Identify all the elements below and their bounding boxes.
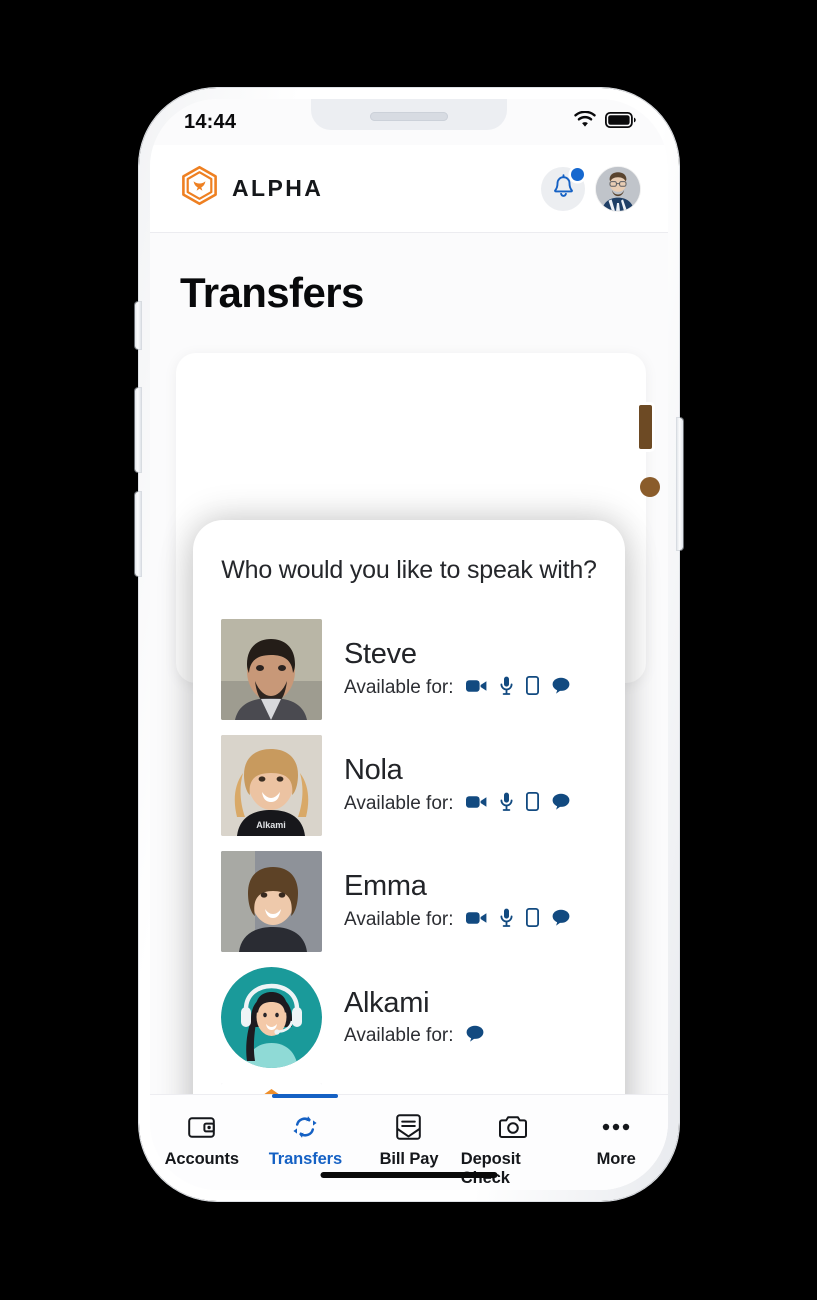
operator-name: Steve [344, 637, 417, 670]
tab-label: Accounts [164, 1150, 239, 1168]
alpha-hexagon-logo-icon [180, 165, 219, 213]
app-header-actions [541, 166, 640, 211]
list-item[interactable]: Alpha Alumni [193, 1075, 625, 1094]
volume-down-button[interactable] [135, 492, 141, 576]
microphone-icon[interactable] [500, 676, 513, 700]
chat-bubble-icon[interactable] [552, 677, 570, 699]
ellipsis-icon [602, 1113, 630, 1141]
available-for-label: Available for: [344, 793, 454, 815]
avatar[interactable] [596, 166, 640, 211]
page-body: Transfers Who would you like to speak wi… [150, 233, 668, 1094]
available-for-label: Available for: [344, 677, 454, 699]
tab-bill-pay[interactable]: Bill Pay [357, 1095, 461, 1169]
page-title: Transfers [180, 269, 364, 316]
phone-device: 14:44 ALPHA Transfers Who would you like… [135, 88, 683, 1201]
notifications-button[interactable] [541, 166, 585, 211]
available-for-label: Available for: [344, 909, 454, 931]
camera-icon [498, 1113, 527, 1141]
operator-info: Emma Available for: [344, 870, 625, 932]
operator-list[interactable]: Steve Available for: Alkami Nola Availab… [193, 611, 625, 1094]
envelope-document-icon [396, 1113, 422, 1141]
active-tab-indicator [272, 1094, 339, 1098]
status-bar: 14:44 [150, 99, 668, 145]
operator-availability: Available for: [344, 676, 625, 700]
power-button[interactable] [677, 418, 683, 550]
list-item[interactable]: Steve Available for: [193, 611, 625, 727]
microphone-icon[interactable] [500, 908, 513, 932]
status-bar-indicators [574, 110, 636, 133]
tab-label: Deposit Check [460, 1150, 521, 1187]
tab-label: Transfers [268, 1150, 343, 1168]
app-header: ALPHA [150, 145, 668, 233]
operator-info: Nola Available for: [344, 754, 625, 816]
tab-transfers[interactable]: Transfers [254, 1094, 358, 1169]
operator-logo [221, 1082, 322, 1094]
background-accent-shape [639, 405, 652, 449]
mobile-phone-icon[interactable] [525, 908, 539, 932]
operator-info: Steve Available for: [344, 638, 625, 700]
chat-bubble-icon[interactable] [552, 909, 570, 931]
battery-icon [604, 111, 636, 133]
operator-selection-modal: Who would you like to speak with? Steve … [193, 520, 625, 1094]
available-for-label: Available for: [344, 1025, 454, 1047]
brand-logo[interactable]: ALPHA [180, 165, 323, 213]
tab-accounts[interactable]: Accounts [150, 1095, 254, 1169]
operator-channels [465, 792, 570, 816]
operator-availability: Available for: [344, 908, 625, 932]
video-camera-icon[interactable] [465, 678, 487, 699]
chat-bubble-icon[interactable] [552, 793, 570, 815]
brand-name: ALPHA [232, 175, 324, 201]
operator-channels [465, 908, 570, 932]
phone-bezel: 14:44 ALPHA Transfers Who would you like… [150, 99, 668, 1190]
operator-channels [466, 1025, 484, 1047]
background-accent-dot [640, 477, 660, 497]
operator-info: Alkami Available for: [344, 987, 625, 1047]
operator-availability: Available for: [344, 792, 625, 816]
operator-name: Emma [344, 869, 427, 902]
operator-channels [465, 676, 570, 700]
tab-label: More [596, 1150, 636, 1168]
microphone-icon[interactable] [500, 792, 513, 816]
tab-more[interactable]: More [564, 1095, 668, 1169]
operator-name: Nola [344, 753, 403, 786]
volume-up-button[interactable] [135, 388, 141, 472]
video-camera-icon[interactable] [465, 794, 487, 815]
mobile-phone-icon[interactable] [525, 676, 539, 700]
mute-switch-button[interactable] [135, 302, 141, 349]
home-indicator[interactable] [320, 1172, 498, 1178]
notification-badge-dot [571, 167, 584, 181]
wallet-icon [188, 1113, 216, 1141]
phone-screen: 14:44 ALPHA Transfers Who would you like… [150, 99, 668, 1190]
operator-availability: Available for: [344, 1025, 625, 1047]
mobile-phone-icon[interactable] [525, 792, 539, 816]
transfer-arrows-icon [291, 1113, 319, 1141]
status-bar-clock: 14:44 [184, 110, 237, 133]
operator-avatar-illustration [221, 966, 322, 1068]
wifi-icon [574, 110, 596, 133]
operator-photo [221, 850, 322, 952]
modal-title: Who would you like to speak with? [221, 556, 597, 584]
video-camera-icon[interactable] [465, 910, 487, 931]
operator-photo [221, 618, 322, 720]
chat-bubble-icon[interactable] [466, 1025, 484, 1047]
tab-label: Bill Pay [379, 1150, 439, 1168]
list-item[interactable]: Alkami Nola Available for: [193, 727, 625, 843]
svg-text:Alkami: Alkami [256, 820, 286, 830]
operator-name: Alkami [344, 986, 430, 1019]
list-item[interactable]: Emma Available for: [193, 843, 625, 959]
list-item[interactable]: Alkami Available for: [193, 959, 625, 1075]
operator-photo: Alkami [221, 734, 322, 836]
